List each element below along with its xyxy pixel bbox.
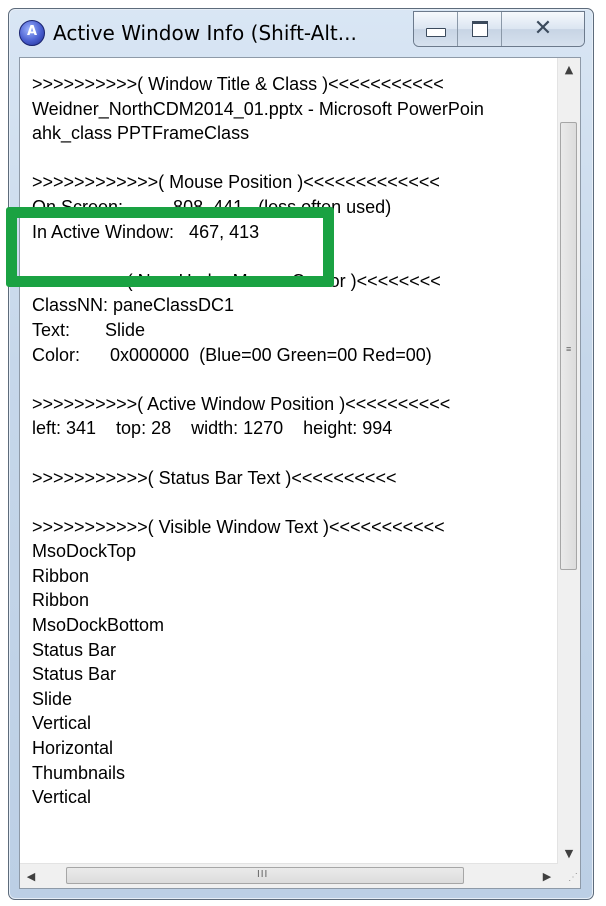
info-text-box[interactable]: >>>>>>>>>>( Window Title & Class )<<<<<<… [19,57,581,889]
info-line: Horizontal [32,738,114,759]
info-line [32,146,558,171]
info-line: >>>>>>>>>>>( Visible Window Text )<<<<<<… [32,516,445,537]
close-icon: ✕ [533,16,553,41]
size-grip[interactable]: ⋰ [558,864,580,888]
info-line [32,441,558,466]
info-line: Ribbon [32,590,90,611]
scroll-down-button[interactable]: ▼ [558,842,580,864]
caption-buttons: ✕ [413,11,585,47]
highlight-box [6,207,334,287]
info-line [32,367,558,392]
vertical-scroll-thumb[interactable]: ≡ [560,122,577,570]
title-bar[interactable]: Active Window Info (Shift-Alt... ✕ [9,9,593,57]
info-line [32,490,558,515]
info-line: Ribbon [32,565,90,586]
thumb-grip: ≡ [566,344,572,354]
info-line: Weidner_NorthCDM2014_01.pptx - Microsoft… [32,98,484,119]
info-line: Vertical [32,713,92,734]
window-title: Active Window Info (Shift-Alt... [53,21,357,45]
info-line: >>>>>>>>>>>( Status Bar Text )<<<<<<<<<< [32,467,397,488]
info-text[interactable]: >>>>>>>>>>( Window Title & Class )<<<<<<… [20,58,558,864]
maximize-icon [471,21,488,37]
minimize-icon [425,27,446,37]
info-line: MsoDockTop [32,541,137,562]
close-button[interactable]: ✕ [502,12,584,46]
vertical-scrollbar[interactable]: ▲ ≡ ▼ [557,58,580,864]
info-line: Slide [32,688,73,709]
info-line: Status Bar [32,639,117,660]
info-line: >>>>>>>>>>( Window Title & Class )<<<<<<… [32,74,444,94]
autohotkey-icon [19,20,45,46]
maximize-button[interactable] [458,12,502,46]
info-line: left: 341 top: 28 width: 1270 height: 99… [32,418,393,439]
info-line: Thumbnails [32,762,126,783]
info-line: Status Bar [32,664,117,685]
scroll-left-button[interactable]: ◀ [20,864,42,888]
info-line: >>>>>>>>>>>>( Mouse Position )<<<<<<<<<<… [32,172,440,193]
info-line: MsoDockBottom [32,615,165,636]
thumb-grip-lines: III [257,869,269,880]
info-line: Vertical [32,787,92,808]
info-line: ahk_class PPTFrameClass [32,123,250,144]
info-line: Text: Slide [32,319,146,340]
info-line: >>>>>>>>>>( Active Window Position )<<<<… [32,393,451,414]
info-line: ClassNN: paneClassDC1 [32,295,235,316]
horizontal-scroll-thumb[interactable]: III [66,867,464,884]
scroll-right-button[interactable]: ▶ [536,864,558,888]
scroll-up-button[interactable]: ▲ [558,58,580,80]
horizontal-scrollbar[interactable]: ◀ III ▶ [20,863,558,888]
minimize-button[interactable] [414,12,458,46]
active-window-info-window: Active Window Info (Shift-Alt... ✕ >>>>>… [8,8,594,900]
info-line: Color: 0x000000 (Blue=00 Green=00 Red=00… [32,344,432,365]
